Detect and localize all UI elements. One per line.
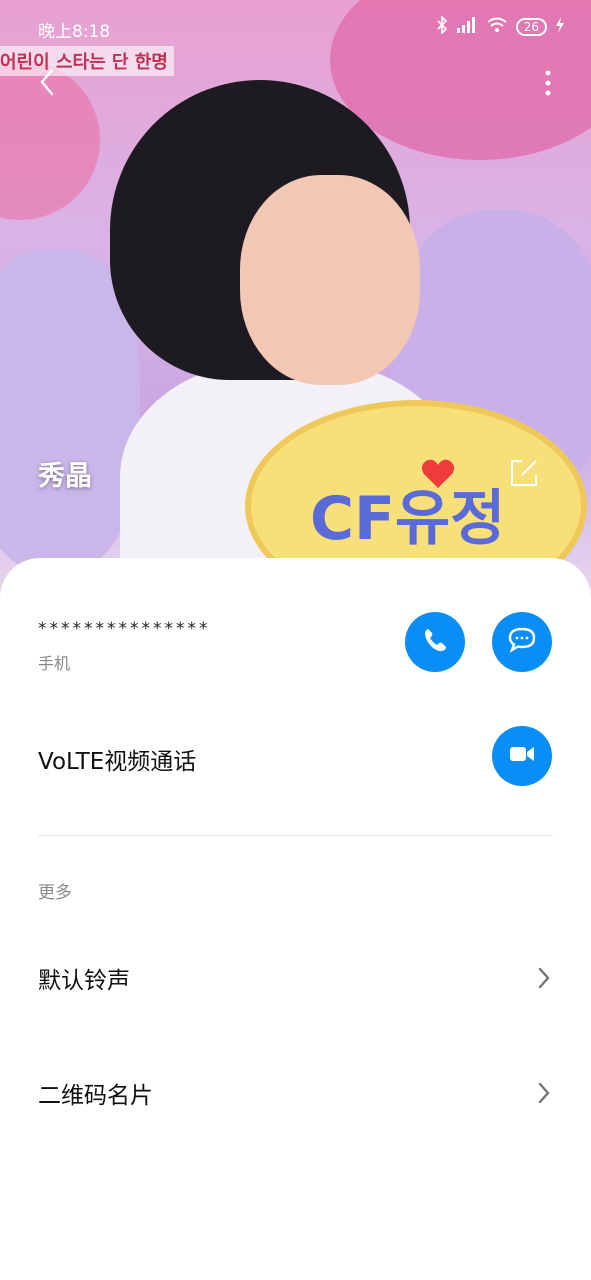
- back-icon[interactable]: [36, 66, 62, 98]
- menu-item-label: 二维码名片: [38, 1083, 153, 1109]
- wifi-icon: [486, 16, 508, 38]
- top-nav: [0, 62, 591, 102]
- menu-item-label: 默认铃声: [38, 968, 130, 994]
- bluetooth-icon: [436, 15, 448, 38]
- chevron-right-icon: [536, 965, 552, 991]
- video-call-button[interactable]: [492, 726, 552, 786]
- contact-details-sheet: *************** 手机 VoLTE视频通话 更多 默认铃声 二维码…: [0, 558, 591, 1280]
- more-options-icon[interactable]: [543, 68, 553, 98]
- phone-number[interactable]: ***************: [38, 619, 211, 639]
- menu-item-default-ringtone[interactable]: 默认铃声: [0, 943, 591, 1013]
- favorite-heart-icon[interactable]: [421, 458, 455, 490]
- battery-indicator: 26: [515, 18, 547, 36]
- menu-item-qr-code-card[interactable]: 二维码名片: [0, 1058, 591, 1128]
- more-section-title: 更多: [38, 883, 72, 903]
- divider: [38, 835, 553, 836]
- video-camera-icon: [508, 744, 536, 768]
- signal-icon: [456, 16, 478, 38]
- edit-contact-icon[interactable]: [508, 457, 540, 489]
- call-button[interactable]: [405, 612, 465, 672]
- sign-text: CF유정: [310, 484, 506, 554]
- status-bar: 晚上8:18 26: [0, 0, 591, 54]
- charging-icon: [555, 17, 565, 37]
- chevron-right-icon: [536, 1080, 552, 1106]
- message-bubble-icon: [508, 627, 536, 657]
- volte-video-call-label: VoLTE视频通话: [38, 749, 197, 775]
- status-time: 晚上8:18: [38, 22, 111, 42]
- phone-type-label: 手机: [38, 654, 71, 673]
- phone-icon: [422, 627, 448, 657]
- contact-name: 秀晶: [38, 461, 92, 492]
- status-icons: 26: [436, 15, 565, 38]
- message-button[interactable]: [492, 612, 552, 672]
